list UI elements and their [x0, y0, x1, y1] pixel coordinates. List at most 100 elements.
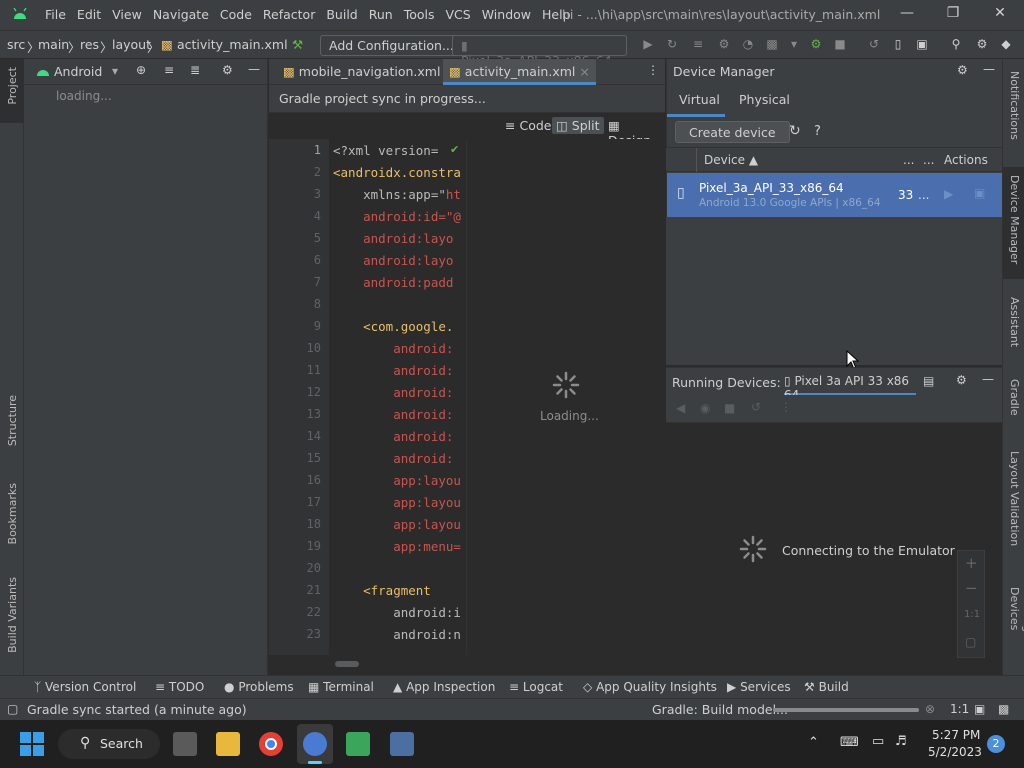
code-editor[interactable]: <?xml version= <androidx.constra xmlns:ap…	[329, 139, 466, 655]
project-view-mode[interactable]: Android	[54, 64, 102, 79]
sync-gradle-icon[interactable]: ↺	[866, 37, 882, 53]
breadcrumb-layout[interactable]: layout	[112, 37, 151, 52]
search-icon[interactable]: ⚲	[948, 37, 964, 53]
assistant-tool-label[interactable]: Assistant	[1008, 297, 1021, 347]
ide-logo-icon[interactable]: ◆	[998, 37, 1014, 53]
more-vertical-icon[interactable]: ⋮	[647, 63, 659, 77]
tab-app-inspection[interactable]: ▲ App Inspection	[393, 680, 495, 694]
chevron-down-icon[interactable]: ▾	[112, 64, 118, 78]
clock-time[interactable]: 5:27 PM	[932, 728, 980, 742]
more-vertical-icon[interactable]: ⋮	[780, 400, 792, 414]
spreadsheet-app-icon[interactable]	[346, 732, 370, 756]
device-manager-tool-tab[interactable]: Device Manager	[1003, 167, 1024, 279]
clock-date[interactable]: 5/2/2023	[928, 745, 982, 759]
back-icon[interactable]: ◀	[676, 401, 685, 415]
layout-validation-tool-label[interactable]: Layout Validation	[1008, 451, 1021, 546]
chrome-icon[interactable]	[259, 732, 283, 756]
device-select[interactable]: ▮ Pixel_3a_API_33_x86_64 ▾	[452, 35, 627, 83]
fit-screen-icon[interactable]: ▢	[965, 635, 976, 649]
tab-problems[interactable]: ● Problems	[224, 680, 294, 694]
menu-navigate[interactable]: Navigate	[153, 7, 217, 22]
monitor-app-icon[interactable]	[390, 732, 414, 756]
volume-icon[interactable]: ♬	[895, 734, 907, 749]
chevron-up-icon[interactable]: ⌃	[808, 735, 819, 750]
hide-panel-icon[interactable]: —	[983, 62, 995, 76]
network-icon[interactable]: ▭	[872, 734, 884, 749]
window-icon[interactable]: ▤	[923, 374, 934, 388]
zoom-in-icon[interactable]: +	[965, 554, 978, 572]
hide-panel-icon[interactable]: —	[248, 62, 260, 76]
gradle-tool-label[interactable]: Gradle	[1008, 379, 1021, 416]
split-view-button[interactable]: ◫ Split	[552, 117, 604, 134]
menu-refactor[interactable]: Refactor	[263, 7, 323, 22]
refresh-icon[interactable]: ↻	[789, 123, 801, 139]
windows-start-icon[interactable]	[20, 732, 44, 756]
tab-build[interactable]: ⚒ Build	[804, 680, 849, 694]
add-configuration-button[interactable]: Add Configuration...	[320, 35, 463, 56]
tab-version-control[interactable]: ᛉ Version Control	[34, 680, 136, 694]
device-row[interactable]: ▯ Pixel_3a_API_33_x86_64 Android 13.0 Go…	[667, 173, 1002, 217]
gear-icon[interactable]: ⚙	[974, 37, 990, 53]
create-device-button[interactable]: Create device	[675, 121, 790, 143]
cancel-task-icon[interactable]: ⊗	[925, 702, 935, 716]
taskbar-search[interactable]: ⚲ Search	[58, 729, 160, 759]
background-task-label[interactable]: Gradle: Build model...	[652, 702, 788, 717]
menu-edit[interactable]: Edit	[77, 7, 109, 22]
hammer-icon[interactable]: ⚒	[292, 37, 303, 52]
gear-icon[interactable]: ⚙	[956, 373, 967, 387]
attach-process-icon[interactable]: ⚙	[808, 37, 824, 53]
apply-changes-icon[interactable]: ≡	[690, 37, 706, 53]
debug-icon[interactable]: ⚙	[716, 37, 732, 53]
gear-icon[interactable]: ⚙	[222, 63, 233, 77]
tab-logcat[interactable]: ≡ Logcat	[509, 680, 563, 694]
android-studio-taskbar-item[interactable]	[297, 724, 333, 764]
tab-mobile-navigation[interactable]: ▩ mobile_navigation.xml ×	[277, 59, 461, 85]
keyboard-icon[interactable]: ⌨	[840, 735, 859, 750]
close-icon[interactable]: ×	[579, 64, 589, 79]
stop-icon[interactable]: ■	[832, 37, 848, 53]
file-explorer-icon[interactable]	[216, 732, 240, 756]
menu-run[interactable]: Run	[369, 7, 401, 22]
lock-icon[interactable]: ▣	[974, 702, 985, 716]
horizontal-scrollbar[interactable]	[329, 655, 665, 675]
tab-activity-main[interactable]: ▩ activity_main.xml ×	[443, 59, 596, 85]
restore-icon[interactable]: ❐	[943, 5, 963, 25]
device-manager-icon[interactable]: ▯	[890, 37, 906, 53]
run-icon[interactable]: ▶	[640, 37, 656, 53]
breadcrumb-file[interactable]: activity_main.xml	[177, 37, 288, 52]
crosshair-icon[interactable]: ⊕	[136, 63, 146, 77]
rerun-icon[interactable]: ↻	[664, 37, 680, 53]
expand-all-icon[interactable]: ≡	[164, 63, 174, 77]
bookmarks-tool-label[interactable]: Bookmarks	[6, 483, 19, 544]
task-view-icon[interactable]	[173, 732, 197, 756]
zoom-out-icon[interactable]: −	[965, 579, 978, 597]
column-extra-2[interactable]: ...	[923, 153, 934, 167]
menu-file[interactable]: File	[45, 7, 74, 22]
zoom-ratio[interactable]: 1:1	[950, 702, 969, 716]
build-variants-tool-label[interactable]: Build Variants	[6, 577, 19, 653]
status-message[interactable]: Gradle sync started (a minute ago)	[27, 702, 247, 717]
tab-app-quality-insights[interactable]: ◇ App Quality Insights	[583, 680, 717, 694]
notification-badge[interactable]: 2	[987, 735, 1005, 753]
attach-debugger-icon[interactable]: ▩	[764, 37, 780, 53]
menu-code[interactable]: Code	[220, 7, 260, 22]
launch-icon[interactable]: ▶	[944, 187, 953, 201]
menu-view[interactable]: View	[112, 7, 150, 22]
project-tool-tab[interactable]: Project	[0, 59, 24, 123]
running-device-tab[interactable]: ▯ Pixel 3a API 33 x86 64	[784, 368, 916, 402]
video-icon[interactable]: ■	[724, 401, 735, 415]
gear-icon[interactable]: ⚙	[957, 63, 968, 77]
panel-toggle-icon[interactable]: ▢	[7, 702, 18, 716]
menu-build[interactable]: Build	[326, 7, 365, 22]
menu-vcs[interactable]: VCS	[446, 7, 479, 22]
help-icon[interactable]: ?	[814, 124, 821, 139]
menu-tools[interactable]: Tools	[404, 7, 443, 22]
minimize-icon[interactable]: —	[897, 5, 917, 25]
hide-panel-icon[interactable]: —	[982, 372, 994, 386]
more-run-icon[interactable]: ▾	[786, 37, 802, 53]
tab-services[interactable]: ▶ Services	[727, 680, 791, 694]
camera-icon[interactable]: ◉	[700, 401, 710, 415]
running-devices-tool-label[interactable]: Running Devices	[1008, 587, 1024, 675]
menu-window[interactable]: Window	[482, 7, 539, 22]
column-extra-1[interactable]: ...	[903, 153, 914, 167]
